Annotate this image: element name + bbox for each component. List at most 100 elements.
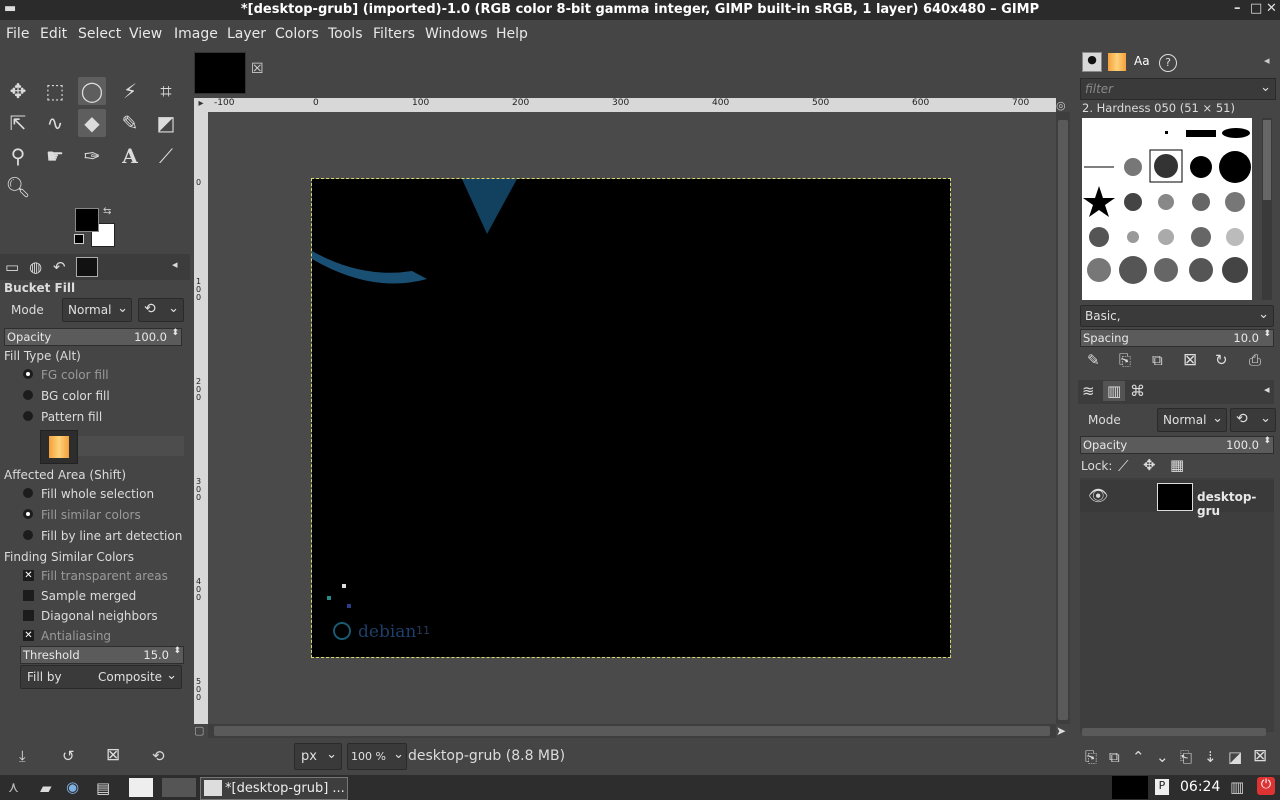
pattern-name-field[interactable] bbox=[78, 436, 184, 456]
free-select-tool-icon[interactable]: ◯ bbox=[78, 77, 106, 105]
delete-brush-icon[interactable]: ⊠ bbox=[1183, 350, 1197, 370]
configure-tab-icon[interactable]: ◂ bbox=[1264, 383, 1270, 396]
zoom-select[interactable]: 100 % ⌄ bbox=[347, 743, 407, 770]
workspace-pager[interactable] bbox=[162, 778, 196, 797]
patterns-tab-icon[interactable] bbox=[1108, 53, 1126, 71]
diagonal-neighbors-checkbox[interactable] bbox=[23, 610, 34, 621]
gimp-launcher-icon[interactable] bbox=[129, 778, 153, 797]
configure-tab-icon[interactable]: ◂ bbox=[172, 258, 178, 271]
file-manager-icon[interactable]: ▰ bbox=[40, 779, 52, 797]
fg-fill-radio[interactable] bbox=[23, 369, 33, 379]
minimize-button[interactable]: – bbox=[1234, 1, 1241, 16]
brush-scrollbar[interactable] bbox=[1262, 118, 1272, 300]
show-desktop-icon[interactable]: ▤ bbox=[96, 779, 110, 797]
move-tool-icon[interactable]: ✥ bbox=[4, 77, 32, 105]
bg-fill-radio[interactable] bbox=[23, 390, 33, 400]
reset-options-icon[interactable]: ⟲ bbox=[152, 747, 165, 765]
unified-transform-tool-icon[interactable]: ⇱ bbox=[4, 109, 32, 137]
maximize-button[interactable]: □ bbox=[1250, 1, 1262, 16]
layer-mode-reset-button[interactable]: ⟲ ⌄ bbox=[1230, 408, 1276, 432]
paths-tab-icon[interactable]: ⌘ bbox=[1130, 382, 1145, 400]
browser-icon[interactable]: ◉ bbox=[66, 778, 79, 796]
menu-image[interactable]: Image bbox=[174, 26, 218, 42]
threshold-slider[interactable]: Threshold 15.0 ⬍ bbox=[20, 646, 184, 664]
fill-transparent-checkbox[interactable]: ✕ bbox=[23, 570, 34, 581]
fill-line-art-radio[interactable] bbox=[23, 530, 33, 540]
menu-select[interactable]: Select bbox=[78, 26, 121, 42]
default-colors-icon[interactable] bbox=[74, 234, 84, 244]
menu-file[interactable]: File bbox=[6, 26, 29, 42]
duplicate-brush-icon[interactable]: ⧉ bbox=[1152, 351, 1163, 369]
brush-filter-input[interactable]: filter ⌄ bbox=[1080, 78, 1276, 100]
layers-hscrollbar[interactable] bbox=[1082, 728, 1266, 736]
menu-filters[interactable]: Filters bbox=[373, 26, 415, 42]
vertical-scrollbar[interactable] bbox=[1056, 112, 1070, 724]
menu-edit[interactable]: Edit bbox=[40, 26, 67, 42]
brushes-tab-icon[interactable]: ● bbox=[1082, 52, 1102, 72]
zoom-tool-icon[interactable]: 🔍︎ bbox=[4, 173, 32, 201]
new-layer-icon[interactable]: ⎘ bbox=[1085, 748, 1097, 766]
volume-icon[interactable]: ▥ bbox=[1230, 778, 1244, 796]
clipboard-icon[interactable]: P bbox=[1155, 779, 1169, 795]
menu-tools[interactable]: Tools bbox=[328, 26, 363, 42]
ruler-corner-icon[interactable]: ▸ bbox=[194, 98, 208, 112]
tool-options-tab-icon[interactable]: ▭ bbox=[5, 258, 19, 276]
image-canvas[interactable]: debian 11 bbox=[311, 178, 951, 658]
menu-colors[interactable]: Colors bbox=[275, 26, 319, 42]
brush-preset-select[interactable]: Basic, ⌄ bbox=[1080, 305, 1274, 327]
pattern-picker[interactable] bbox=[40, 430, 78, 464]
quick-mask-icon[interactable]: ▢ bbox=[194, 724, 208, 738]
refresh-brushes-icon[interactable]: ↻ bbox=[1215, 351, 1228, 369]
device-status-tab-icon[interactable]: ◍ bbox=[29, 258, 42, 276]
eraser-tool-icon[interactable]: ◩ bbox=[152, 109, 180, 137]
layer-opacity-slider[interactable]: Opacity 100.0 ⬍ bbox=[1080, 436, 1274, 454]
new-layer-group-icon[interactable]: ⧉ bbox=[1109, 748, 1120, 766]
fill-by-select[interactable]: Fill by Composite ⌄ bbox=[20, 665, 182, 689]
undo-history-tab-icon[interactable]: ↶ bbox=[53, 258, 66, 276]
layers-list[interactable]: 👁︎ desktop-gru bbox=[1080, 478, 1274, 736]
brush-grid[interactable] bbox=[1082, 118, 1252, 300]
color-picker-tool-icon[interactable]: ⟋ bbox=[152, 142, 180, 170]
layer-name[interactable]: desktop-gru bbox=[1197, 490, 1274, 518]
menu-layer[interactable]: Layer bbox=[227, 26, 266, 42]
layer-mode-select[interactable]: Normal ⌄ bbox=[1157, 408, 1227, 432]
restore-options-icon[interactable]: ↺ bbox=[62, 747, 75, 765]
help-tab-icon[interactable]: ? bbox=[1159, 54, 1177, 72]
save-options-icon[interactable]: ⤓ bbox=[19, 747, 26, 765]
paths-tool-icon[interactable]: ✑ bbox=[78, 142, 106, 170]
menu-windows[interactable]: Windows bbox=[425, 26, 488, 42]
power-icon[interactable]: ⏻ bbox=[1257, 777, 1275, 795]
menu-view[interactable]: View bbox=[129, 26, 162, 42]
rect-select-tool-icon[interactable]: ⬚ bbox=[41, 77, 69, 105]
warp-transform-tool-icon[interactable]: ∿ bbox=[41, 109, 69, 137]
horizontal-ruler[interactable]: -100 0 100 200 300 400 500 600 700 bbox=[208, 98, 1056, 112]
mask-layer-icon[interactable]: ◪ bbox=[1228, 748, 1242, 766]
navigate-icon[interactable]: ➤ bbox=[1056, 724, 1070, 738]
fonts-tab-icon[interactable]: Aa bbox=[1134, 54, 1150, 68]
channels-tab-icon[interactable]: ▥ bbox=[1107, 382, 1121, 400]
paintbrush-tool-icon[interactable]: ✎ bbox=[116, 109, 144, 137]
swap-colors-icon[interactable]: ⇆ bbox=[103, 206, 111, 217]
lower-layer-icon[interactable]: ⌄ bbox=[1156, 748, 1169, 766]
crop-tool-icon[interactable]: ⌗ bbox=[152, 77, 180, 105]
fill-whole-selection-radio[interactable] bbox=[23, 488, 33, 498]
lock-alpha-icon[interactable]: ▦ bbox=[1170, 456, 1184, 474]
task-button[interactable]: *[desktop-grub] ... bbox=[200, 777, 348, 800]
images-tab-icon[interactable] bbox=[76, 257, 98, 277]
bucket-fill-tool-icon[interactable]: ◆ bbox=[78, 109, 106, 137]
sample-merged-checkbox[interactable] bbox=[23, 590, 34, 601]
close-button[interactable]: ✕ bbox=[1266, 1, 1277, 16]
start-menu-icon[interactable]: ⋏ bbox=[8, 778, 19, 796]
horizontal-scrollbar[interactable] bbox=[208, 724, 1056, 738]
foreground-color-swatch[interactable] bbox=[75, 208, 99, 232]
zoom-image-icon[interactable]: ◎ bbox=[1056, 99, 1070, 112]
spacing-slider[interactable]: Spacing 10.0 ⬍ bbox=[1080, 329, 1274, 347]
delete-options-icon[interactable]: ⊠ bbox=[106, 745, 120, 765]
fill-similar-colors-radio[interactable] bbox=[23, 509, 33, 519]
scroll-thumb[interactable] bbox=[214, 726, 1050, 736]
new-brush-icon[interactable]: ⎘ bbox=[1119, 351, 1131, 369]
unit-select[interactable]: px ⌄ bbox=[294, 743, 342, 770]
antialiasing-checkbox[interactable]: ✕ bbox=[23, 630, 34, 641]
mode-reset-button[interactable]: ⟲ ⌄ bbox=[138, 298, 184, 322]
configure-tab-icon[interactable]: ◂ bbox=[1264, 54, 1270, 67]
